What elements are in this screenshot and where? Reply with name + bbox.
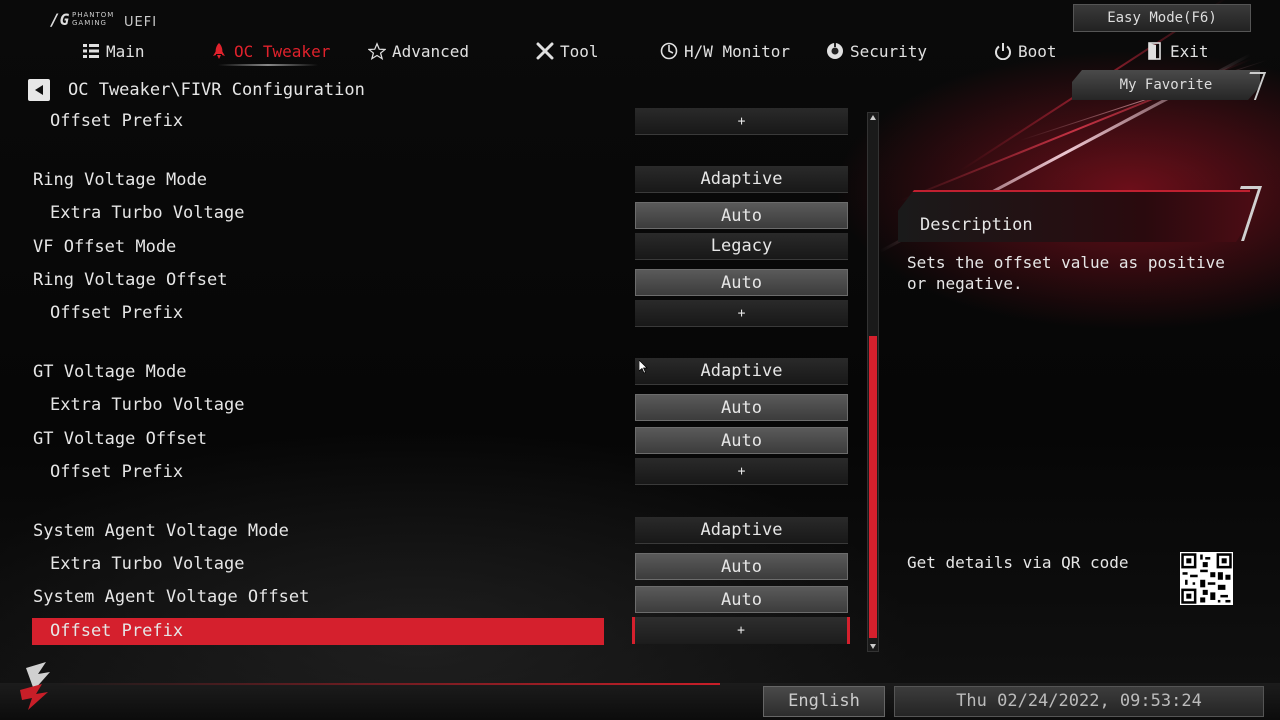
setting-row[interactable]: System Agent Voltage Mode	[32, 518, 604, 545]
setting-label: System Agent Voltage Offset	[33, 587, 310, 607]
mouse-cursor-icon	[638, 359, 649, 378]
tab-oc-tweaker-label: OC Tweaker	[234, 41, 331, 61]
setting-label: System Agent Voltage Mode	[33, 521, 289, 541]
shield-icon	[826, 42, 844, 60]
setting-value[interactable]: Adaptive	[635, 166, 848, 193]
language-button[interactable]: English	[763, 686, 885, 717]
list-icon	[82, 42, 100, 60]
setting-row-selected[interactable]: Offset Prefix	[32, 618, 604, 645]
tab-advanced-label: Advanced	[392, 41, 470, 61]
logo-brand-text: PHANTOM GAMING	[72, 11, 115, 27]
tab-security[interactable]: Security	[826, 36, 927, 66]
setting-value[interactable]: Auto	[635, 202, 848, 229]
setting-row[interactable]: Offset Prefix	[32, 459, 604, 486]
qr-label: Get details via QR code	[907, 553, 1129, 572]
exit-icon	[1146, 42, 1164, 60]
setting-label: Offset Prefix	[50, 303, 184, 323]
setting-row[interactable]: Offset Prefix	[32, 300, 604, 327]
tab-hw-monitor[interactable]: H/W Monitor	[660, 36, 790, 66]
tab-boot[interactable]: Boot	[994, 36, 1057, 66]
pg-logo-icon: /G	[50, 10, 70, 29]
setting-label: VF Offset Mode	[33, 237, 177, 257]
setting-value[interactable]: Adaptive	[635, 358, 848, 385]
pg-corner-logo-icon	[16, 660, 60, 712]
scrollbar-thumb[interactable]	[869, 336, 877, 638]
tab-hw-monitor-label: H/W Monitor	[684, 41, 790, 61]
setting-value[interactable]: +	[635, 300, 848, 327]
setting-row[interactable]: GT Voltage Offset	[32, 426, 604, 453]
setting-value-selected[interactable]: +	[632, 617, 850, 644]
easy-mode-button[interactable]: Easy Mode(F6)	[1073, 4, 1251, 32]
tab-main-label: Main	[106, 41, 145, 61]
monitor-icon	[660, 42, 678, 60]
setting-value[interactable]: +	[635, 458, 848, 485]
datetime-display: Thu 02/24/2022, 09:53:24	[894, 686, 1264, 717]
setting-row[interactable]: Extra Turbo Voltage	[32, 551, 604, 578]
logo-uefi-text: UEFI	[124, 15, 158, 30]
setting-label: GT Voltage Offset	[33, 429, 207, 449]
setting-value[interactable]: Auto	[635, 269, 848, 296]
setting-row[interactable]: VF Offset Mode	[32, 234, 604, 261]
back-button[interactable]	[28, 79, 50, 101]
setting-row[interactable]: Extra Turbo Voltage	[32, 200, 604, 227]
setting-label: GT Voltage Mode	[33, 362, 187, 382]
scroll-up-arrow-icon[interactable]	[867, 112, 879, 124]
power-icon	[994, 42, 1012, 60]
rocket-icon	[210, 42, 228, 60]
tab-tool[interactable]: Tool	[536, 36, 599, 66]
footer-accent-line	[55, 683, 720, 685]
setting-label: Ring Voltage Mode	[33, 170, 207, 190]
breadcrumb: OC Tweaker\FIVR Configuration	[68, 80, 365, 100]
star-icon	[368, 42, 386, 60]
setting-value[interactable]: Adaptive	[635, 517, 848, 544]
setting-label: Extra Turbo Voltage	[50, 395, 245, 415]
tab-security-label: Security	[850, 41, 928, 61]
tab-boot-label: Boot	[1018, 41, 1057, 61]
tab-oc-tweaker[interactable]: OC Tweaker	[210, 36, 330, 66]
setting-value[interactable]: Auto	[635, 394, 848, 421]
tools-icon	[536, 42, 554, 60]
setting-row[interactable]: Extra Turbo Voltage	[32, 392, 604, 419]
qr-code-icon	[1180, 552, 1233, 605]
scroll-down-arrow-icon[interactable]	[867, 640, 879, 652]
main-nav: Main OC Tweaker Advanced Tool H/W Monito…	[0, 36, 1280, 66]
setting-row[interactable]: System Agent Voltage Offset	[32, 584, 604, 611]
setting-row[interactable]: Ring Voltage Offset	[32, 267, 604, 294]
tab-exit-label: Exit	[1170, 41, 1209, 61]
setting-label: Offset Prefix	[50, 462, 184, 482]
setting-label: Extra Turbo Voltage	[50, 554, 245, 574]
description-title: Description	[920, 215, 1033, 235]
active-tab-indicator	[218, 64, 318, 66]
tab-main[interactable]: Main	[82, 36, 145, 66]
tab-advanced[interactable]: Advanced	[368, 36, 469, 66]
my-favorite-button[interactable]: My Favorite	[1072, 70, 1260, 100]
setting-value[interactable]: +	[635, 108, 848, 135]
setting-label: Offset Prefix	[50, 621, 184, 641]
setting-value[interactable]: Auto	[635, 553, 848, 580]
setting-value[interactable]: Auto	[635, 586, 848, 613]
description-text: Sets the offset value as positive or neg…	[907, 253, 1225, 293]
setting-value[interactable]: Legacy	[635, 233, 848, 260]
phantom-gaming-logo: /G PHANTOM GAMING UEFI	[50, 10, 160, 32]
setting-label: Offset Prefix	[50, 111, 184, 131]
setting-row[interactable]: GT Voltage Mode	[32, 359, 604, 386]
tab-tool-label: Tool	[560, 41, 599, 61]
tab-exit[interactable]: Exit	[1146, 36, 1209, 66]
setting-value[interactable]: Auto	[635, 427, 848, 454]
setting-row[interactable]: Ring Voltage Mode	[32, 167, 604, 194]
setting-label: Ring Voltage Offset	[33, 270, 228, 290]
setting-row[interactable]: Offset Prefix	[32, 108, 604, 135]
uefi-screen: /G PHANTOM GAMING UEFI Easy Mode(F6) Mai…	[0, 0, 1280, 720]
setting-label: Extra Turbo Voltage	[50, 203, 245, 223]
